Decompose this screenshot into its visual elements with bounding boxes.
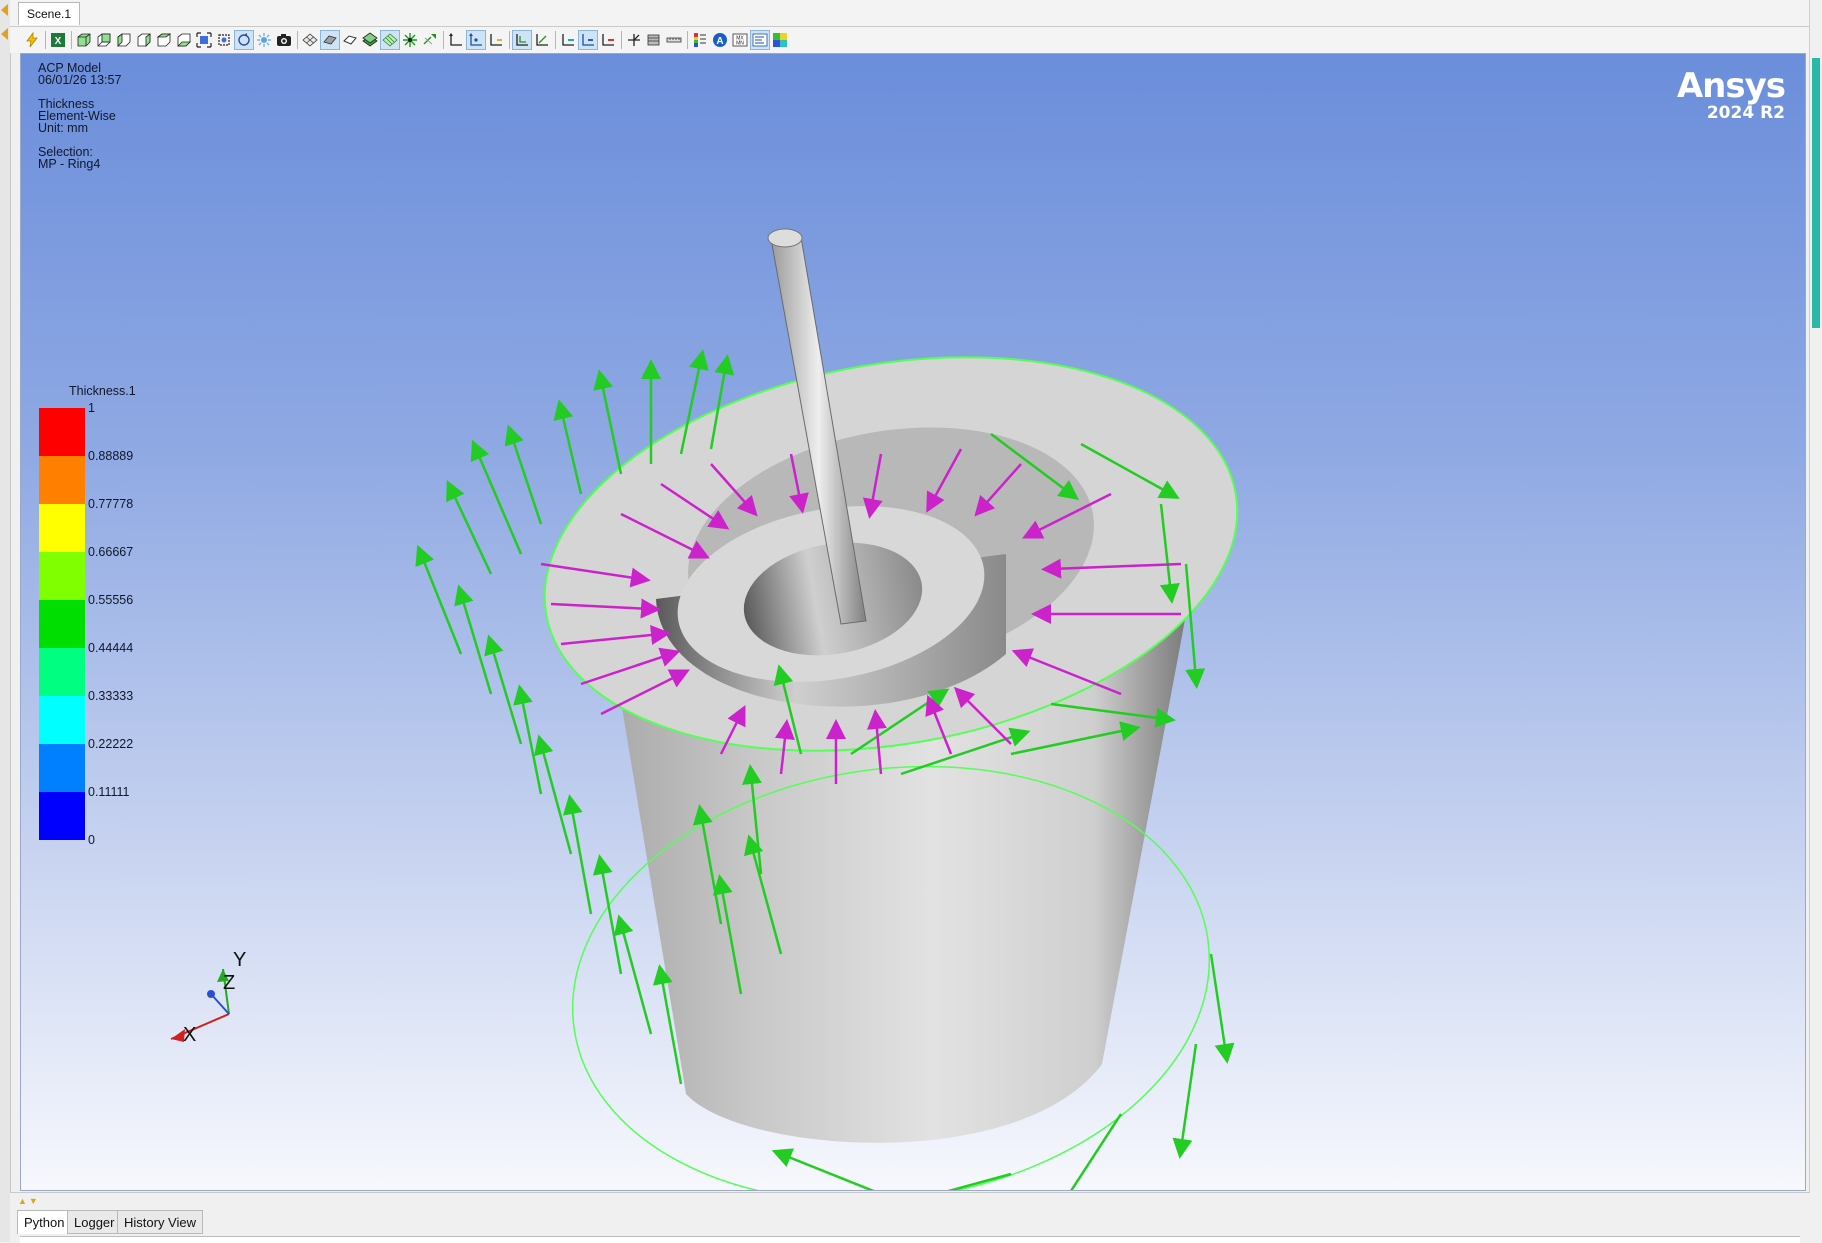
rotate-view-icon[interactable]: [234, 30, 254, 50]
fiber-arrow: [613, 914, 653, 1035]
fiber-arrow: [947, 1172, 1012, 1190]
svg-text:A: A: [716, 36, 723, 47]
fiber-arrow: [513, 684, 543, 795]
fiber-arrow: [1172, 1043, 1198, 1159]
fiber-arrow: [1209, 953, 1235, 1064]
view-front-icon[interactable]: [74, 30, 94, 50]
lightning-icon[interactable]: [22, 30, 42, 50]
model-scene: X Y Z: [170, 228, 1239, 1190]
fiber-arrow: [454, 584, 493, 695]
tab-python[interactable]: Python: [17, 1210, 72, 1234]
accent-bar: [1812, 58, 1820, 328]
collapse-arrow-icon[interactable]: [1, 28, 8, 40]
excel-export-icon[interactable]: X: [48, 30, 68, 50]
view-right-icon[interactable]: [134, 30, 154, 50]
fiber-arrow: [1070, 1113, 1123, 1190]
collapse-arrow-icon[interactable]: [1, 4, 8, 16]
reference-direction-icon[interactable]: [558, 30, 578, 50]
rosette-icon[interactable]: [624, 30, 644, 50]
axis-xz-icon[interactable]: [466, 30, 486, 50]
axis-yz-icon[interactable]: [486, 30, 506, 50]
axis-triad: X Y Z: [170, 949, 246, 1046]
tab-scene[interactable]: Scene.1: [18, 2, 81, 25]
y-axis-label: Y: [233, 949, 246, 971]
x-axis-label: X: [183, 1024, 196, 1046]
orientation-x-icon[interactable]: [512, 30, 532, 50]
fiber-direction-icon[interactable]: [420, 30, 440, 50]
tab-logger[interactable]: Logger: [67, 1210, 122, 1234]
fiber-arrow: [592, 854, 623, 975]
draping-direction-icon[interactable]: [578, 30, 598, 50]
fiber-arrow: [446, 479, 493, 575]
fiber-arrow: [415, 544, 463, 655]
section-cut-icon[interactable]: [644, 30, 664, 50]
mesh-display-icon[interactable]: [300, 30, 320, 50]
3d-viewport[interactable]: ACP Model 06/01/26 13:57 Thickness Eleme…: [20, 53, 1806, 1191]
ruler-icon[interactable]: [664, 30, 684, 50]
fiber-arrow: [533, 734, 573, 855]
fiber-arrow: [593, 369, 623, 475]
view-top-icon[interactable]: [154, 30, 174, 50]
fiber-arrow: [562, 794, 593, 915]
axis-xy-icon[interactable]: [446, 30, 466, 50]
svg-text:X: X: [55, 36, 62, 47]
legend-toggle-icon[interactable]: [690, 30, 710, 50]
star-orientation-icon[interactable]: [400, 30, 420, 50]
annotation-icon[interactable]: A: [710, 30, 730, 50]
light-icon[interactable]: [254, 30, 274, 50]
min-max-icon[interactable]: MX MN: [730, 30, 750, 50]
scene-tab-bar: Scene.1: [10, 0, 1810, 27]
fiber-arrow: [470, 439, 523, 555]
scene-toolbar: X A MX MN: [10, 27, 1810, 53]
shaft-tip: [767, 228, 803, 248]
svg-text:MN: MN: [736, 41, 744, 47]
fiber-arrow: [771, 1148, 875, 1190]
view-bottom-icon[interactable]: [174, 30, 194, 50]
info-text-icon[interactable]: [750, 30, 770, 50]
fiber-arrow: [484, 634, 523, 745]
contour-plot-icon[interactable]: [770, 30, 790, 50]
left-dock-strip: [0, 0, 11, 1242]
orientation-y-icon[interactable]: [532, 30, 552, 50]
fiber-arrow: [553, 399, 583, 495]
view-back-icon[interactable]: [94, 30, 114, 50]
z-axis-label: Z: [223, 972, 235, 994]
layer-display-icon[interactable]: [360, 30, 380, 50]
fit-view-icon[interactable]: [194, 30, 214, 50]
right-dock-strip: [1809, 0, 1822, 1242]
panel-splitter[interactable]: ▲▼: [18, 1196, 40, 1206]
tab-history-view[interactable]: History View: [117, 1210, 204, 1234]
camera-icon[interactable]: [274, 30, 294, 50]
view-left-icon[interactable]: [114, 30, 134, 50]
edge-display-icon[interactable]: [340, 30, 360, 50]
fiber-arrow: [504, 424, 543, 525]
shell-display-icon[interactable]: [320, 30, 340, 50]
ply-direction-icon[interactable]: [598, 30, 618, 50]
z-axis-dot-icon: [207, 990, 215, 998]
bottom-console-panel: ▲▼ Python Logger History View: [10, 1192, 1810, 1243]
zoom-box-icon[interactable]: [214, 30, 234, 50]
hatch-display-icon[interactable]: [380, 30, 400, 50]
